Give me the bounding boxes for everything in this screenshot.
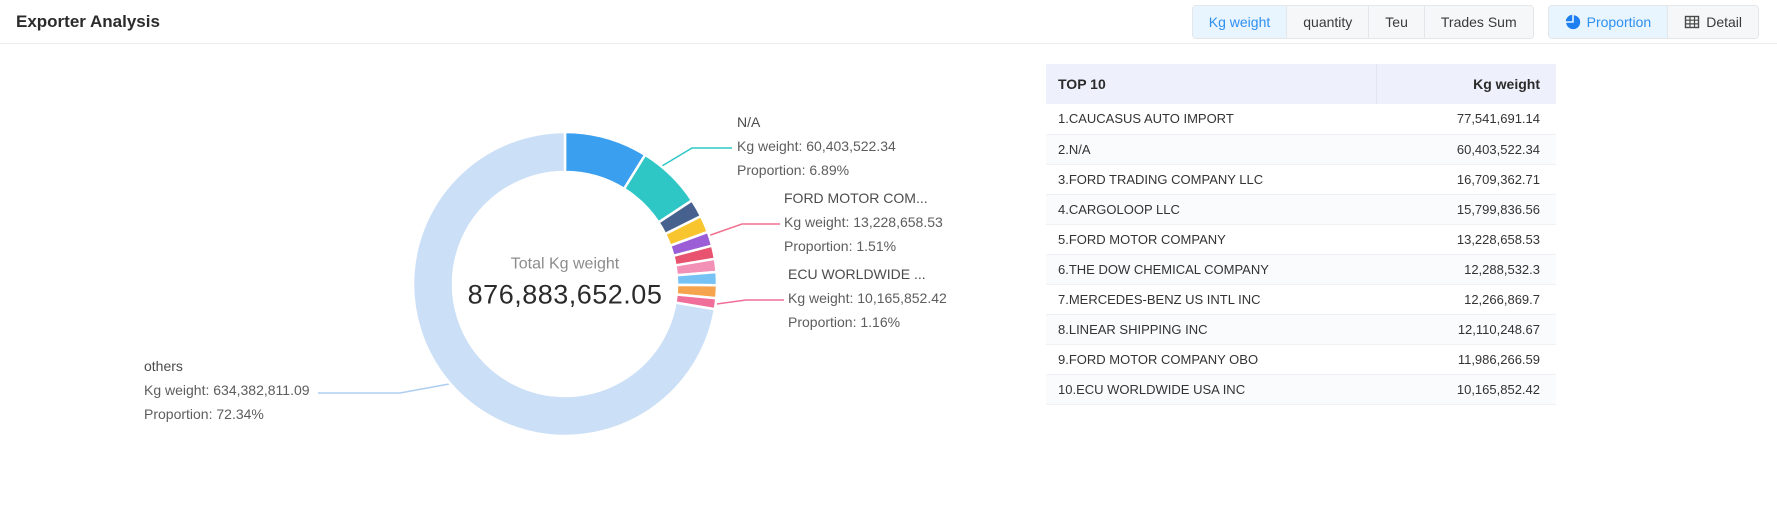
exporter-name: 9.FORD MOTOR COMPANY OBO xyxy=(1046,344,1376,374)
callout-ecu-worldwide: ECU WORLDWIDE ... Kg weight: 10,165,852.… xyxy=(788,262,947,334)
exporter-kg-weight: 16,709,362.71 xyxy=(1376,164,1556,194)
callout-proportion: Proportion: 1.51% xyxy=(784,234,943,258)
exporter-name: 2.N/A xyxy=(1046,134,1376,164)
tab-trades-sum[interactable]: Trades Sum xyxy=(1424,6,1533,38)
table-row: 2.N/A60,403,522.34 xyxy=(1046,134,1556,164)
callout-ford-motor: FORD MOTOR COM... Kg weight: 13,228,658.… xyxy=(784,186,943,258)
table-row: 6.THE DOW CHEMICAL COMPANY12,288,532.3 xyxy=(1046,254,1556,284)
exporter-kg-weight: 13,228,658.53 xyxy=(1376,224,1556,254)
callout-title: others xyxy=(144,354,310,378)
exporter-kg-weight: 10,165,852.42 xyxy=(1376,374,1556,404)
table-row: 7.MERCEDES-BENZ US INTL INC12,266,869.7 xyxy=(1046,284,1556,314)
tab-proportion[interactable]: Proportion xyxy=(1549,6,1668,38)
column-header-kg-weight: Kg weight xyxy=(1376,64,1556,104)
exporter-kg-weight: 15,799,836.56 xyxy=(1376,194,1556,224)
callout-line-others xyxy=(318,384,449,393)
exporter-name: 3.FORD TRADING COMPANY LLC xyxy=(1046,164,1376,194)
exporter-kg-weight: 12,110,248.67 xyxy=(1376,314,1556,344)
tab-quantity[interactable]: quantity xyxy=(1286,6,1368,38)
metric-tab-group: Kg weight quantity Teu Trades Sum xyxy=(1192,5,1534,39)
table-row: 5.FORD MOTOR COMPANY13,228,658.53 xyxy=(1046,224,1556,254)
callout-kg-weight: Kg weight: 634,382,811.09 xyxy=(144,378,310,402)
exporter-name: 7.MERCEDES-BENZ US INTL INC xyxy=(1046,284,1376,314)
callout-others: others Kg weight: 634,382,811.09 Proport… xyxy=(144,354,310,426)
exporter-kg-weight: 12,266,869.7 xyxy=(1376,284,1556,314)
table-row: 8.LINEAR SHIPPING INC12,110,248.67 xyxy=(1046,314,1556,344)
callout-kg-weight: Kg weight: 60,403,522.34 xyxy=(737,134,896,158)
callout-proportion: Proportion: 72.34% xyxy=(144,402,310,426)
exporter-kg-weight: 60,403,522.34 xyxy=(1376,134,1556,164)
exporter-name: 4.CARGOLOOP LLC xyxy=(1046,194,1376,224)
exporter-kg-weight: 11,986,266.59 xyxy=(1376,344,1556,374)
header-bar: Exporter Analysis Kg weight quantity Teu… xyxy=(0,0,1777,44)
table-row: 4.CARGOLOOP LLC15,799,836.56 xyxy=(1046,194,1556,224)
page-title: Exporter Analysis xyxy=(16,12,160,32)
exporter-kg-weight: 12,288,532.3 xyxy=(1376,254,1556,284)
header-controls: Kg weight quantity Teu Trades Sum Propor… xyxy=(1192,5,1759,39)
tab-proportion-label: Proportion xyxy=(1587,14,1652,30)
table-header-row: TOP 10 Kg weight xyxy=(1046,64,1556,104)
pie-chart-icon xyxy=(1565,14,1581,30)
exporter-name: 1.CAUCASUS AUTO IMPORT xyxy=(1046,104,1376,134)
view-tab-group: Proportion Detail xyxy=(1548,5,1759,39)
table-icon xyxy=(1684,14,1700,30)
callout-kg-weight: Kg weight: 13,228,658.53 xyxy=(784,210,943,234)
top10-table: TOP 10 Kg weight 1.CAUCASUS AUTO IMPORT7… xyxy=(1046,64,1556,405)
tab-teu[interactable]: Teu xyxy=(1368,6,1424,38)
exporter-kg-weight: 77,541,691.14 xyxy=(1376,104,1556,134)
exporter-name: 8.LINEAR SHIPPING INC xyxy=(1046,314,1376,344)
donut-chart-area: Total Kg weight 876,883,652.05 N/A Kg we… xyxy=(0,44,1040,514)
callout-title: FORD MOTOR COM... xyxy=(784,186,943,210)
donut-slice-linear-shipping-inc[interactable] xyxy=(677,272,717,285)
callout-title: N/A xyxy=(737,110,896,134)
table-row: 10.ECU WORLDWIDE USA INC10,165,852.42 xyxy=(1046,374,1556,404)
callout-title: ECU WORLDWIDE ... xyxy=(788,262,947,286)
callout-na: N/A Kg weight: 60,403,522.34 Proportion:… xyxy=(737,110,896,182)
tab-detail-label: Detail xyxy=(1706,14,1742,30)
tab-kg-weight[interactable]: Kg weight xyxy=(1193,6,1286,38)
exporter-name: 6.THE DOW CHEMICAL COMPANY xyxy=(1046,254,1376,284)
callout-line-ford xyxy=(702,224,780,238)
callout-proportion: Proportion: 6.89% xyxy=(737,158,896,182)
callout-kg-weight: Kg weight: 10,165,852.42 xyxy=(788,286,947,310)
tab-detail[interactable]: Detail xyxy=(1667,6,1758,38)
exporter-name: 5.FORD MOTOR COMPANY xyxy=(1046,224,1376,254)
table-row: 1.CAUCASUS AUTO IMPORT77,541,691.14 xyxy=(1046,104,1556,134)
table-row: 9.FORD MOTOR COMPANY OBO11,986,266.59 xyxy=(1046,344,1556,374)
exporter-name: 10.ECU WORLDWIDE USA INC xyxy=(1046,374,1376,404)
callout-proportion: Proportion: 1.16% xyxy=(788,310,947,334)
column-header-top10: TOP 10 xyxy=(1046,64,1376,104)
exporter-analysis-page: Exporter Analysis Kg weight quantity Teu… xyxy=(0,0,1777,517)
top10-table-panel: TOP 10 Kg weight 1.CAUCASUS AUTO IMPORT7… xyxy=(1046,64,1556,405)
table-row: 3.FORD TRADING COMPANY LLC16,709,362.71 xyxy=(1046,164,1556,194)
